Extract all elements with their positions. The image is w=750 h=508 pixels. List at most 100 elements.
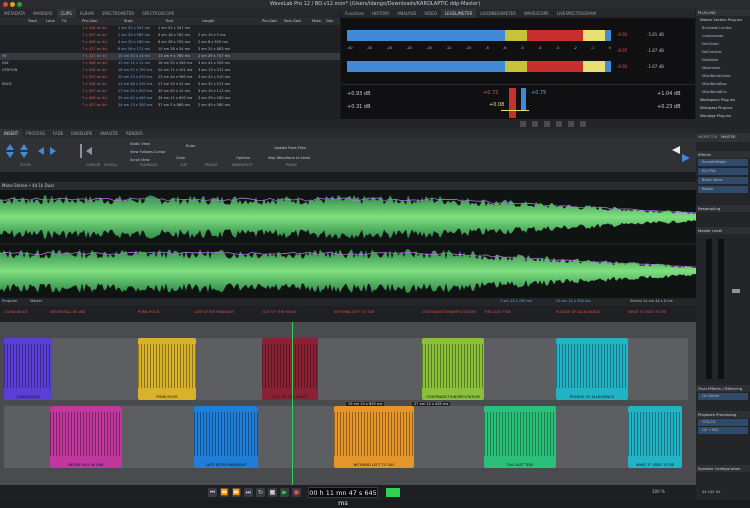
tab-inspector[interactable]: INSPECTOR bbox=[696, 133, 719, 142]
plugin-item[interactable]: MultiBandEnv bbox=[698, 89, 748, 96]
static-view-button[interactable]: Static View bbox=[130, 142, 150, 146]
cd-track-marker[interactable]: OUT OF THE NIGHT bbox=[262, 310, 297, 314]
col-mute[interactable]: Mute bbox=[312, 18, 321, 25]
tool-icon[interactable] bbox=[544, 121, 550, 127]
tab-clips[interactable]: CLIPS bbox=[56, 9, 76, 18]
cd-track-marker[interactable]: NEVER FALL IN LINE bbox=[50, 310, 86, 314]
cursor-icon[interactable] bbox=[76, 142, 106, 160]
stop-icon[interactable]: ■ bbox=[268, 488, 277, 497]
go-end-icon[interactable]: ⏭ bbox=[244, 488, 253, 497]
plugin-item[interactable]: DeClicker bbox=[698, 41, 748, 48]
plugin-item[interactable]: Workspace Plug-ins bbox=[698, 97, 748, 104]
tab-markers[interactable]: MARKERS bbox=[29, 9, 56, 18]
close-window-button[interactable] bbox=[3, 2, 8, 7]
cd-track-marker[interactable]: THE LAST TIDE bbox=[484, 310, 511, 314]
plugin-item[interactable]: Brickwall Limiter bbox=[698, 25, 748, 32]
col-gen[interactable]: Gen bbox=[326, 18, 333, 25]
time-display[interactable]: 00 h 11 mn 47 s 645 ms bbox=[308, 487, 378, 507]
tab-spectrometer[interactable]: SPECTROMETER bbox=[98, 9, 138, 18]
montage-clip[interactable]: THE LAST TIDE bbox=[484, 406, 556, 468]
waveform-view[interactable] bbox=[0, 190, 697, 298]
tab-master[interactable]: MASTER bbox=[719, 133, 738, 142]
cd-track-marker[interactable]: CONTRADICTION/REFUTATION bbox=[422, 310, 476, 314]
tab-analysis[interactable]: ANALYSIS bbox=[393, 9, 420, 18]
cd-track-marker[interactable]: PLEDGE OF ALLEGIANCE bbox=[556, 310, 600, 314]
record-icon[interactable]: ● bbox=[292, 488, 301, 497]
table-row[interactable]: 7 x 427 ex 4d 20 sm 13 s 470 ms 23 sm 44 s… bbox=[0, 74, 340, 81]
montage-clip[interactable]: LATE AFTER MIDNIGHT bbox=[194, 406, 258, 468]
col-track[interactable]: Track bbox=[28, 18, 37, 25]
plugin-item[interactable]: Multipass Plug-ins bbox=[698, 105, 748, 112]
playback-item-1[interactable]: CFQ-15 bbox=[698, 419, 748, 426]
effect-slot[interactable]: EQ-P3A bbox=[698, 168, 748, 175]
tab-functions[interactable]: Functions bbox=[341, 9, 368, 18]
play-icon[interactable]: ▶ bbox=[280, 488, 289, 497]
col-fx[interactable]: FX bbox=[62, 18, 67, 25]
snap-arrows-icon[interactable] bbox=[670, 144, 692, 164]
col-length[interactable]: Length bbox=[202, 18, 214, 25]
tab-wavescope[interactable]: WAVESCOPE bbox=[520, 9, 553, 18]
table-row[interactable]: 7 x 426 ex 4d 30 sm 42 s 440 ms 34 sm 11 s… bbox=[0, 95, 340, 102]
cd-track-marker[interactable]: PUNK ROCK bbox=[138, 310, 159, 314]
zoom-window-button[interactable] bbox=[17, 2, 22, 7]
options-button[interactable]: Options bbox=[236, 156, 250, 160]
ruler-button[interactable]: Ruler bbox=[186, 144, 195, 148]
tab-loudnessmeter[interactable]: LOUDNESSMETER bbox=[476, 9, 520, 18]
tool-icon[interactable] bbox=[556, 121, 562, 127]
table-row[interactable]: 7 x 427 ex 4d 6 sm 56 s 171 ms 10 sm 28 s … bbox=[0, 46, 340, 53]
tab-levelmeter[interactable]: LEVEL/METER bbox=[440, 9, 477, 18]
tab-process[interactable]: PROCESS bbox=[22, 129, 49, 138]
plugin-item[interactable]: DeCrackler bbox=[698, 49, 748, 56]
tab-envelope[interactable]: ENVELOPE bbox=[67, 129, 96, 138]
table-row[interactable]: 7 x 426 ex 4d 4 sm 20 s 180 ms 6 sm 28 s 7… bbox=[0, 39, 340, 46]
scroll-view-button[interactable]: Scroll View bbox=[130, 158, 150, 162]
minimize-window-button[interactable] bbox=[10, 2, 15, 7]
tool-icon[interactable] bbox=[568, 121, 574, 127]
table-row[interactable]: 7 x 427 ex 4d 1 sm 52 s 589 ms 4 sm 18 s 7… bbox=[0, 32, 340, 39]
table-row[interactable]: HT 7 x 427 ex 4d 10 sm 30 s 13 ms 13 sm 9 s… bbox=[0, 53, 340, 60]
playback-item-2[interactable]: LN → M/S bbox=[698, 427, 748, 434]
table-row[interactable]: SAY 7 x 426 ex 4d 13 sm 11 s 11 ms 16 sm 52… bbox=[0, 60, 340, 67]
montage-clip[interactable]: NOTHING LEFT TO SAY bbox=[334, 406, 414, 468]
plugin-item[interactable]: DeNoiser bbox=[698, 57, 748, 64]
map-waveform-checkbox[interactable]: Map Waveform to Level bbox=[268, 156, 310, 160]
color-button[interactable]: Color bbox=[176, 156, 185, 160]
montage-clip[interactable]: NEVER FALL IN LINE bbox=[50, 406, 122, 468]
col-pre-gain-2[interactable]: Pre-Gain bbox=[262, 18, 277, 25]
plugin-item[interactable]: Master Section Plug-ins bbox=[698, 17, 748, 24]
montage-clip[interactable]: OUT OF THE NIGHT bbox=[262, 338, 318, 400]
plugin-item[interactable]: Montage Plug-ins bbox=[698, 113, 748, 120]
tool-icon[interactable] bbox=[520, 121, 526, 127]
zoom-arrows-icon[interactable] bbox=[4, 142, 64, 160]
table-row[interactable]: ENCE 7 x 426 ex 4d 23 sm 46 s 530 ms 27 sm … bbox=[0, 81, 340, 88]
tab-video[interactable]: VIDEO bbox=[420, 9, 441, 18]
montage-clip[interactable]: PUNK ROCK bbox=[138, 338, 196, 400]
montage-clip[interactable]: PLEDGE OF ALLEGIANCE bbox=[556, 338, 628, 400]
montage-clip[interactable]: CONSCIENCE bbox=[4, 338, 52, 400]
table-row[interactable]: 7 x 427 ex 4d 27 sm 20 s 900 ms 30 sm 40 s… bbox=[0, 88, 340, 95]
final-effect-item[interactable]: Lin Dither bbox=[698, 393, 748, 400]
plugin-item[interactable]: MultiBandExp bbox=[698, 81, 748, 88]
col-end[interactable]: End bbox=[166, 18, 173, 25]
plugin-item[interactable]: Compressor bbox=[698, 33, 748, 40]
table-row[interactable]: UTATION 7 x 426 ex 4d 16 sm 57 s 790 ms 20 … bbox=[0, 67, 340, 74]
col-lane[interactable]: Lane bbox=[46, 18, 55, 25]
go-start-icon[interactable]: ⏮ bbox=[208, 488, 217, 497]
montage-clip[interactable]: WHAT IT USED TO BE bbox=[628, 406, 682, 468]
plugin-item[interactable]: Maximizer bbox=[698, 65, 748, 72]
effect-slot[interactable]: Black Valve bbox=[698, 177, 748, 184]
cd-track-marker[interactable]: NOTHING LEFT TO SAY bbox=[334, 310, 375, 314]
montage-clip[interactable]: CONTRADICTION/REFUTATION bbox=[422, 338, 484, 400]
tool-icon[interactable] bbox=[532, 121, 538, 127]
cd-track-marker[interactable]: LATE AFTER MIDNIGHT bbox=[194, 310, 235, 314]
cd-track-marker[interactable]: WHAT IT USED TO BE bbox=[628, 310, 666, 314]
playhead[interactable] bbox=[292, 322, 293, 485]
master-fader-handle[interactable] bbox=[732, 289, 740, 293]
tab-livespectrogram[interactable]: LIVESPECTROGRAM bbox=[553, 9, 600, 18]
tab-album[interactable]: ALBUM bbox=[76, 9, 98, 18]
tab-fade[interactable]: FADE bbox=[49, 129, 67, 138]
tab-history[interactable]: HISTORY bbox=[368, 9, 393, 18]
rewind-icon[interactable]: ⏪ bbox=[220, 488, 229, 497]
plugin-item[interactable]: MultiBandComp bbox=[698, 73, 748, 80]
col-pre-gain[interactable]: Pre-Gain bbox=[82, 18, 97, 25]
